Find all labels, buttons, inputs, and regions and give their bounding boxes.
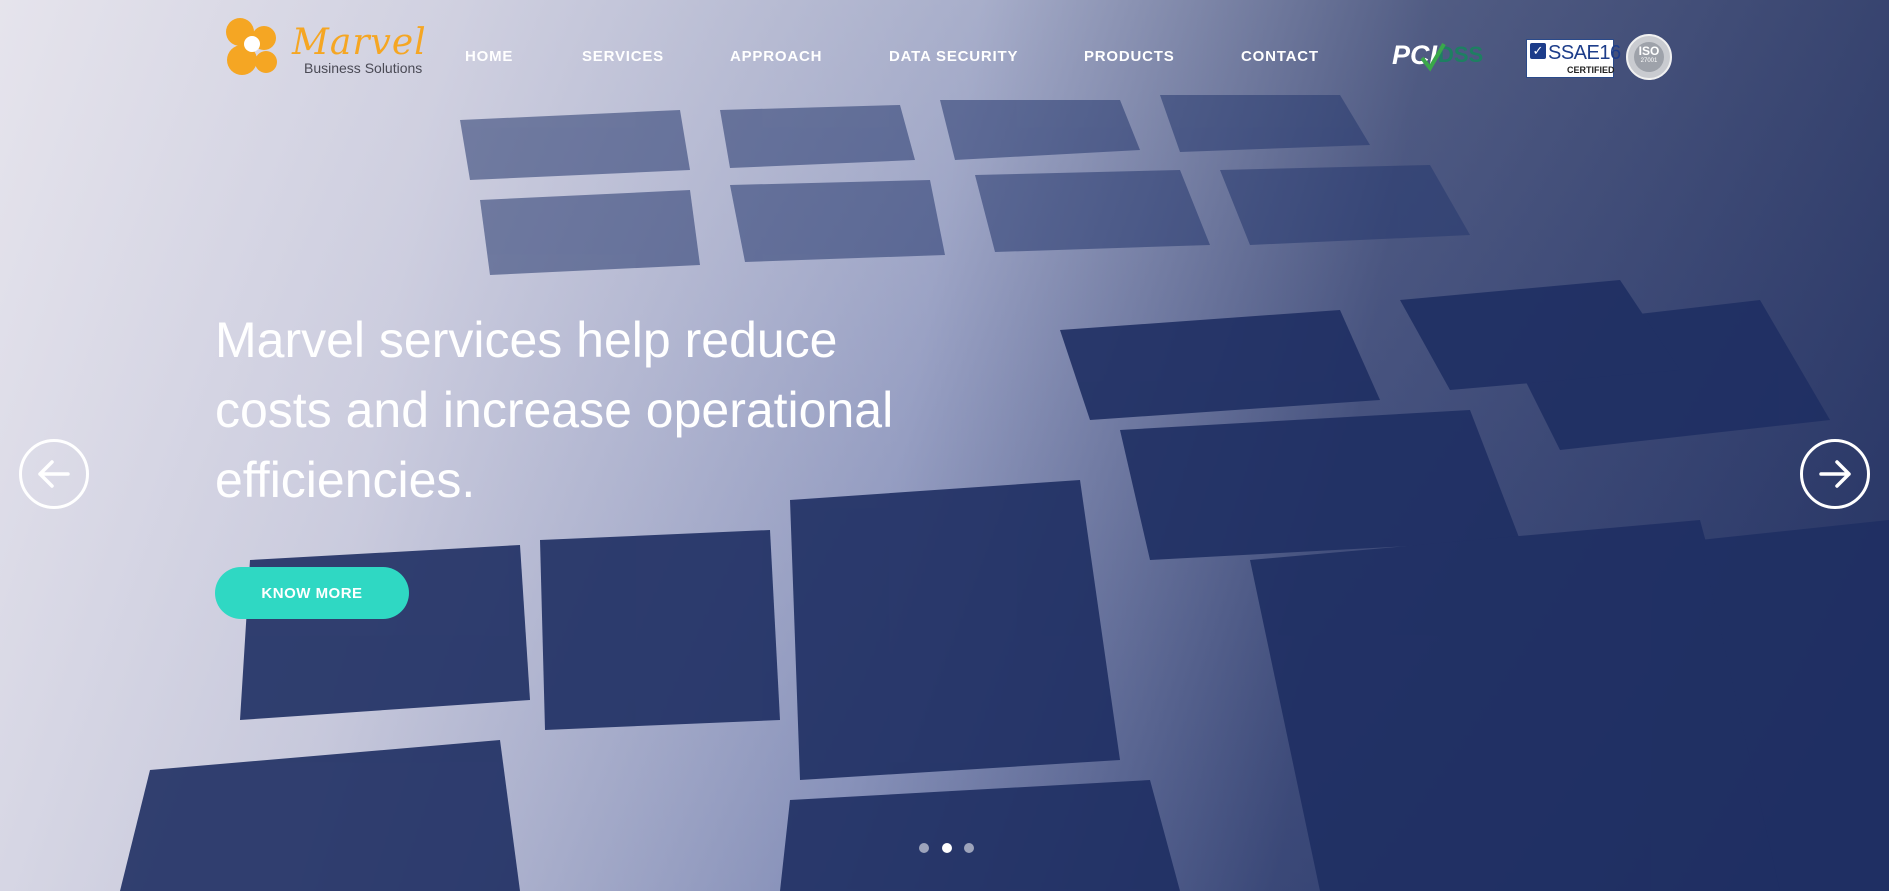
arrow-right-icon: [1819, 460, 1851, 488]
nav-item-services[interactable]: SERVICES: [582, 48, 664, 65]
brand-tagline: Business Solutions: [304, 60, 423, 76]
nav-item-products[interactable]: PRODUCTS: [1084, 48, 1175, 65]
brand-name: Marvel: [292, 22, 427, 63]
carousel-dot-1[interactable]: [919, 843, 929, 853]
nav-item-data-security[interactable]: DATA SECURITY: [889, 48, 1018, 65]
marvel-logo[interactable]: Marvel Business Solutions: [216, 8, 434, 82]
pci-dss-badge: PCI DSS: [1392, 40, 1484, 72]
ssae16-badge: ✓ SSAE16 CERTIFIED: [1526, 39, 1621, 78]
iso-27001-badge: ISO 27001: [1626, 34, 1672, 80]
previous-slide-button[interactable]: [19, 439, 89, 509]
hero-headline: Marvel services help reduce costs and in…: [215, 312, 894, 508]
know-more-button[interactable]: KNOW MORE: [215, 567, 409, 619]
nav-item-home[interactable]: HOME: [465, 48, 513, 65]
marvel-logo-icon: [226, 18, 277, 75]
nav-item-approach[interactable]: APPROACH: [730, 48, 822, 65]
carousel-dot-2[interactable]: [942, 843, 952, 853]
check-icon: [1420, 42, 1446, 72]
carousel-dot-3[interactable]: [964, 843, 974, 853]
nav-item-contact[interactable]: CONTACT: [1241, 48, 1319, 65]
next-slide-button[interactable]: [1800, 439, 1870, 509]
hero-slider: Marvel Business Solutions HOME SERVICES …: [0, 0, 1889, 891]
checkbox-icon: ✓: [1530, 43, 1546, 59]
arrow-left-icon: [38, 460, 70, 488]
